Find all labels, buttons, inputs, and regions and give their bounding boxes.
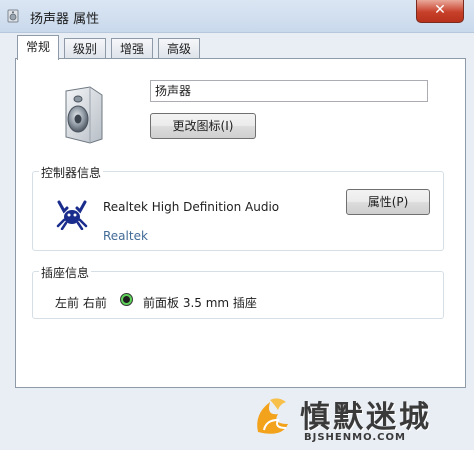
realtek-crab-icon bbox=[56, 200, 88, 230]
close-button[interactable]: ✕ bbox=[416, 0, 464, 23]
close-icon: ✕ bbox=[434, 2, 446, 18]
jack-info-legend: 插座信息 bbox=[39, 264, 92, 281]
watermark-logo-icon bbox=[257, 398, 288, 434]
tab-panel-general: 扬声器 更改图标(I) 控制器信息 Realtek High Definitio… bbox=[15, 58, 466, 388]
device-name-input[interactable]: 扬声器 bbox=[150, 80, 428, 102]
watermark-url: BJSHENMO.COM bbox=[304, 432, 406, 443]
jack-info-group: 插座信息 左前 右前 前面板 3.5 mm 插座 bbox=[32, 264, 444, 319]
controller-properties-button[interactable]: 属性(P) bbox=[346, 189, 430, 215]
jack-description: 前面板 3.5 mm 插座 bbox=[143, 296, 257, 310]
watermark-name: 慎默迷城 bbox=[300, 400, 432, 435]
tab-levels[interactable]: 级别 bbox=[64, 38, 107, 59]
jack-position: 左前 右前 bbox=[55, 296, 107, 310]
controller-info-group: 控制器信息 Realtek High Definition Audio Real… bbox=[32, 164, 444, 251]
change-icon-button[interactable]: 更改图标(I) bbox=[150, 113, 256, 139]
driver-name: Realtek High Definition Audio bbox=[103, 200, 280, 214]
speaker-icon bbox=[65, 86, 103, 144]
tab-general[interactable]: 常规 bbox=[17, 35, 60, 60]
window-title: 扬声器 属性 bbox=[30, 12, 100, 27]
speaker-small-icon bbox=[7, 9, 19, 23]
controller-info-legend: 控制器信息 bbox=[39, 164, 104, 181]
jack-color-icon bbox=[121, 294, 132, 305]
title-bar: 扬声器 属性 ✕ bbox=[0, 0, 474, 33]
vendor-name: Realtek bbox=[103, 229, 148, 243]
tab-enhancements[interactable]: 增强 bbox=[111, 38, 154, 59]
tab-advanced[interactable]: 高级 bbox=[158, 38, 201, 59]
watermark: 慎默迷城 BJSHENMO.COM bbox=[248, 390, 474, 450]
